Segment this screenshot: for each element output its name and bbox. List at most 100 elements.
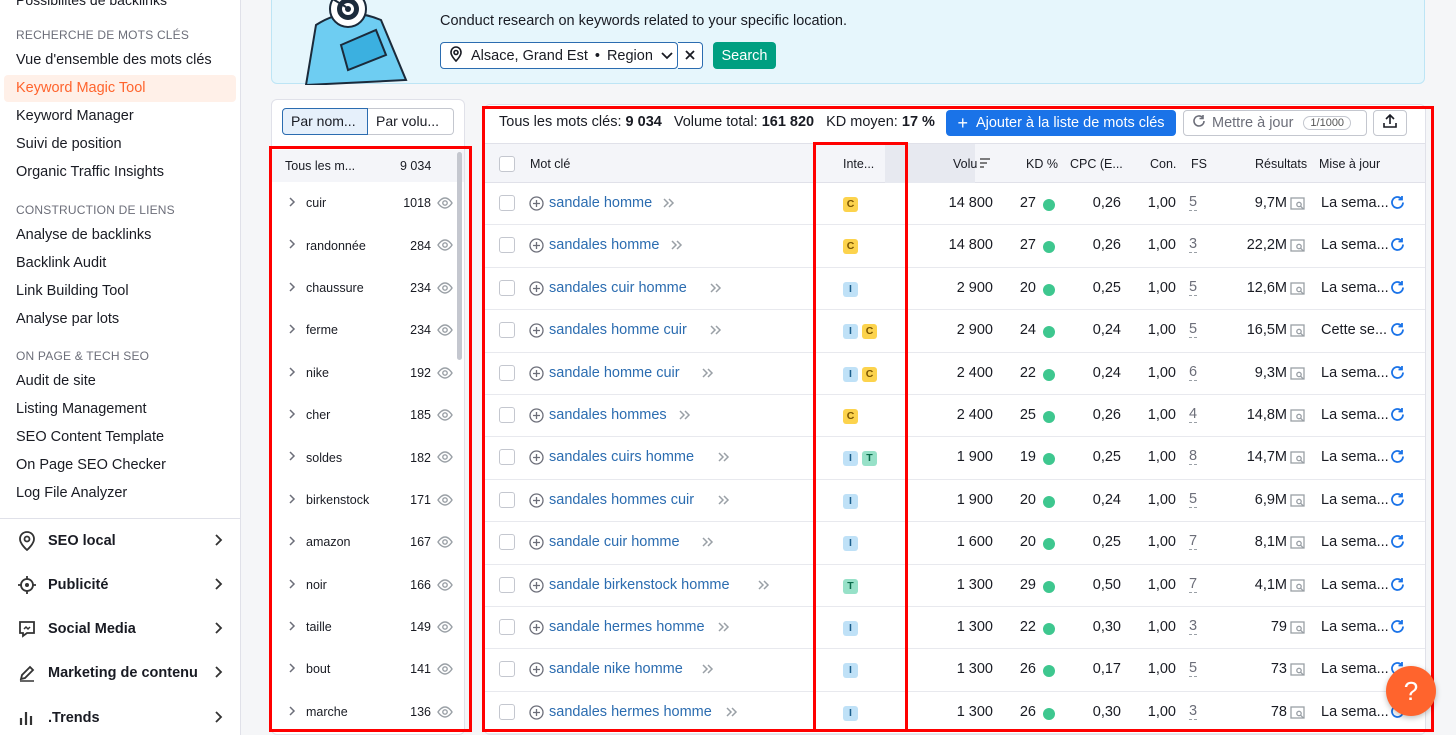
sidebar-group-social-media[interactable]: Social Media xyxy=(16,614,226,644)
group-row[interactable]: taille 149 xyxy=(272,606,464,648)
serp-snapshot-icon[interactable] xyxy=(1290,663,1306,681)
serp-features-count[interactable]: 3 xyxy=(1189,618,1198,635)
row-checkbox[interactable] xyxy=(499,618,515,635)
sidebar-item-keyword-magic-tool[interactable]: Keyword Magic Tool xyxy=(4,75,236,102)
add-keyword-icon[interactable] xyxy=(529,281,544,300)
search-button[interactable]: Search xyxy=(713,42,776,69)
keyword-details-icon[interactable] xyxy=(670,239,684,255)
keyword-details-icon[interactable] xyxy=(709,324,723,340)
row-checkbox[interactable] xyxy=(499,661,515,678)
keyword-link[interactable]: sandales homme xyxy=(549,237,659,253)
eye-icon[interactable] xyxy=(437,324,453,339)
add-keyword-icon[interactable] xyxy=(529,196,544,215)
row-checkbox[interactable] xyxy=(499,491,515,508)
keyword-details-icon[interactable] xyxy=(717,621,731,637)
keyword-details-icon[interactable] xyxy=(701,663,715,679)
keyword-link[interactable]: sandale hermes homme xyxy=(549,619,705,635)
refresh-icon[interactable] xyxy=(1390,619,1405,638)
refresh-icon[interactable] xyxy=(1390,577,1405,596)
group-row[interactable]: chaussure 234 xyxy=(272,267,464,309)
keyword-details-icon[interactable] xyxy=(701,536,715,552)
serp-features-count[interactable]: 3 xyxy=(1189,237,1198,254)
update-metrics-button[interactable]: Mettre à jour 1/1000 xyxy=(1183,110,1367,136)
sidebar-item-backlink-analytics[interactable]: Analyse de backlinks xyxy=(4,222,236,249)
select-all-checkbox[interactable] xyxy=(499,156,515,172)
add-keyword-icon[interactable] xyxy=(529,620,544,639)
group-row[interactable]: ferme 234 xyxy=(272,309,464,351)
serp-features-count[interactable]: 4 xyxy=(1189,406,1198,423)
group-row[interactable]: randonnée 284 xyxy=(272,224,464,266)
row-checkbox[interactable] xyxy=(499,364,515,381)
eye-icon[interactable] xyxy=(437,282,453,297)
sidebar-group-seo-local[interactable]: SEO local xyxy=(16,526,226,556)
eye-icon[interactable] xyxy=(437,621,453,636)
refresh-icon[interactable] xyxy=(1390,534,1405,553)
sidebar-item-bulk-analysis[interactable]: Analyse par lots xyxy=(4,306,236,333)
refresh-icon[interactable] xyxy=(1390,322,1405,341)
row-checkbox[interactable] xyxy=(499,322,515,339)
column-results[interactable]: Résultats xyxy=(1255,157,1307,171)
eye-icon[interactable] xyxy=(437,578,453,594)
row-checkbox[interactable] xyxy=(499,406,515,423)
serp-features-count[interactable]: 6 xyxy=(1189,364,1198,381)
add-keyword-icon[interactable] xyxy=(529,323,544,342)
eye-icon[interactable] xyxy=(437,451,453,466)
keyword-details-icon[interactable] xyxy=(757,579,771,595)
refresh-icon[interactable] xyxy=(1390,492,1405,511)
refresh-icon[interactable] xyxy=(1390,449,1405,468)
keyword-details-icon[interactable] xyxy=(717,451,731,467)
keyword-details-icon[interactable] xyxy=(725,706,739,722)
serp-snapshot-icon[interactable] xyxy=(1290,239,1306,257)
eye-icon[interactable] xyxy=(437,197,453,212)
location-select[interactable]: Alsace, Grand Est • Region xyxy=(440,42,678,69)
sidebar-item-backlink-opportunities[interactable]: Possibilités de backlinks xyxy=(16,0,167,8)
serp-features-count[interactable]: 8 xyxy=(1189,449,1198,466)
chevron-right-icon[interactable] xyxy=(288,705,296,720)
chevron-right-icon[interactable] xyxy=(288,662,296,677)
sidebar-item-organic-traffic-insights[interactable]: Organic Traffic Insights xyxy=(4,159,236,186)
row-checkbox[interactable] xyxy=(499,576,515,593)
chevron-right-icon[interactable] xyxy=(288,323,296,338)
chevron-right-icon[interactable] xyxy=(288,238,296,253)
keyword-link[interactable]: sandale nike homme xyxy=(549,661,683,677)
keyword-link[interactable]: sandale cuir homme xyxy=(549,534,680,550)
chevron-right-icon[interactable] xyxy=(288,196,296,211)
group-row[interactable]: marche 136 xyxy=(272,691,464,733)
group-row[interactable]: birkenstock 171 xyxy=(272,479,464,521)
keyword-details-icon[interactable] xyxy=(717,494,731,510)
chevron-right-icon[interactable] xyxy=(288,535,296,550)
sort-by-name-tab[interactable]: Par nom... xyxy=(282,108,368,135)
add-keyword-icon[interactable] xyxy=(529,238,544,257)
group-row[interactable]: cuir 1018 xyxy=(272,182,464,224)
keyword-link[interactable]: sandales homme cuir xyxy=(549,322,687,338)
chevron-right-icon[interactable] xyxy=(288,408,296,423)
sidebar-item-link-building-tool[interactable]: Link Building Tool xyxy=(4,278,236,305)
serp-snapshot-icon[interactable] xyxy=(1290,324,1306,342)
serp-features-count[interactable]: 3 xyxy=(1189,703,1198,720)
add-keyword-icon[interactable] xyxy=(529,493,544,512)
keyword-details-icon[interactable] xyxy=(701,367,715,383)
eye-icon[interactable] xyxy=(437,366,453,382)
chevron-right-icon[interactable] xyxy=(288,366,296,381)
row-checkbox[interactable] xyxy=(499,703,515,720)
serp-snapshot-icon[interactable] xyxy=(1290,366,1306,385)
serp-features-count[interactable]: 7 xyxy=(1189,534,1198,551)
serp-features-count[interactable]: 5 xyxy=(1189,279,1198,296)
serp-snapshot-icon[interactable] xyxy=(1290,197,1306,215)
chevron-right-icon[interactable] xyxy=(288,493,296,508)
sidebar-group-trends[interactable]: .Trends xyxy=(16,703,226,733)
sidebar-item-listing-management[interactable]: Listing Management xyxy=(4,396,236,423)
serp-features-count[interactable]: 7 xyxy=(1189,576,1198,593)
chevron-right-icon[interactable] xyxy=(288,450,296,465)
keyword-details-icon[interactable] xyxy=(709,282,723,298)
sidebar-item-position-tracking[interactable]: Suivi de position xyxy=(4,131,236,158)
sort-by-volume-tab[interactable]: Par volu... xyxy=(368,108,454,135)
chevron-right-icon[interactable] xyxy=(288,281,296,296)
keyword-link[interactable]: sandale homme xyxy=(549,195,652,211)
serp-features-count[interactable]: 5 xyxy=(1189,491,1198,508)
serp-snapshot-icon[interactable] xyxy=(1290,494,1306,512)
sidebar-item-site-audit[interactable]: Audit de site xyxy=(4,368,236,395)
add-keyword-icon[interactable] xyxy=(529,450,544,469)
keyword-link[interactable]: sandales cuir homme xyxy=(549,280,687,296)
serp-snapshot-icon[interactable] xyxy=(1290,578,1306,597)
